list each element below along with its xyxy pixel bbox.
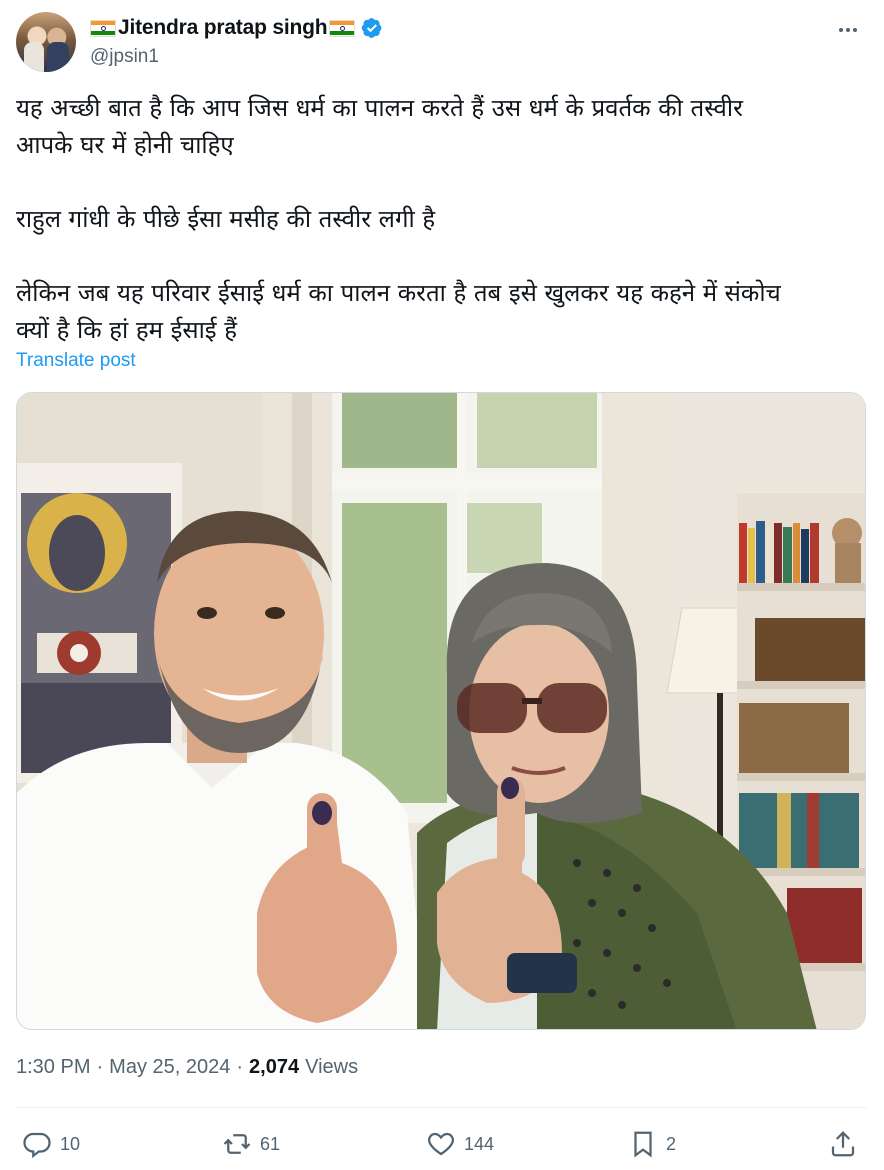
reply-icon — [23, 1132, 51, 1159]
views-label: Views — [305, 1056, 359, 1078]
india-flag-icon — [90, 19, 116, 37]
reply-count: 10 — [60, 1133, 81, 1154]
post-text-line: यह अच्छी बात है कि आप जिस धर्म का पालन क… — [16, 94, 743, 122]
post-meta: 1:30 PM · May 25, 2024 · 2,074 Views — [16, 1056, 358, 1079]
author-handle[interactable]: @jpsin1 — [90, 46, 159, 68]
share-icon — [831, 1131, 855, 1157]
post-image[interactable] — [16, 392, 866, 1030]
india-flag-icon — [329, 19, 356, 37]
meta-separator: · — [96, 1056, 104, 1078]
post-text-line: आपके घर में होनी चाहिए — [16, 131, 234, 159]
repost-count: 61 — [260, 1133, 281, 1154]
bookmark-button[interactable]: 2 — [628, 1122, 676, 1166]
post-image-illustration — [17, 393, 865, 1029]
like-count: 144 — [464, 1133, 495, 1154]
avatar-figure-left — [24, 42, 44, 72]
post-time[interactable]: 1:30 PM — [16, 1056, 90, 1079]
post-text-line: लेकिन जब यह परिवार ईसाई धर्म का पालन करत… — [16, 279, 781, 307]
more-options-icon[interactable] — [832, 14, 864, 46]
bookmark-count: 2 — [666, 1133, 677, 1154]
author-display-name[interactable]: Jitendra pratap singh — [118, 16, 328, 40]
avatar-figure-right — [47, 42, 69, 72]
verified-badge-icon[interactable] — [361, 17, 383, 39]
post-text-line: राहुल गांधी के पीछे ईसा मसीह की तस्वीर ल… — [16, 205, 436, 233]
translate-post-link[interactable]: Translate post — [16, 350, 136, 372]
post-header: Jitendra pratap singh @jpsin1 — [16, 10, 868, 74]
action-bar: 10 61 144 2 — [16, 1122, 868, 1166]
share-button[interactable] — [828, 1122, 858, 1166]
post-text-line: क्यों है कि हां हम ईसाई हैं — [16, 316, 237, 344]
like-button[interactable]: 144 — [426, 1122, 494, 1166]
post-text: यह अच्छी बात है कि आप जिस धर्म का पालन क… — [16, 90, 868, 349]
bookmark-icon — [634, 1131, 652, 1158]
author-name-row[interactable]: Jitendra pratap singh — [90, 14, 383, 42]
divider — [16, 1107, 868, 1108]
meta-separator: · — [236, 1056, 244, 1078]
avatar[interactable] — [16, 12, 76, 72]
heart-icon — [428, 1132, 454, 1156]
views-count: 2,074 — [249, 1056, 300, 1078]
repost-icon — [223, 1134, 251, 1154]
post-date[interactable]: May 25, 2024 — [109, 1056, 230, 1079]
reply-button[interactable]: 10 — [22, 1122, 80, 1166]
repost-button[interactable]: 61 — [222, 1122, 280, 1166]
